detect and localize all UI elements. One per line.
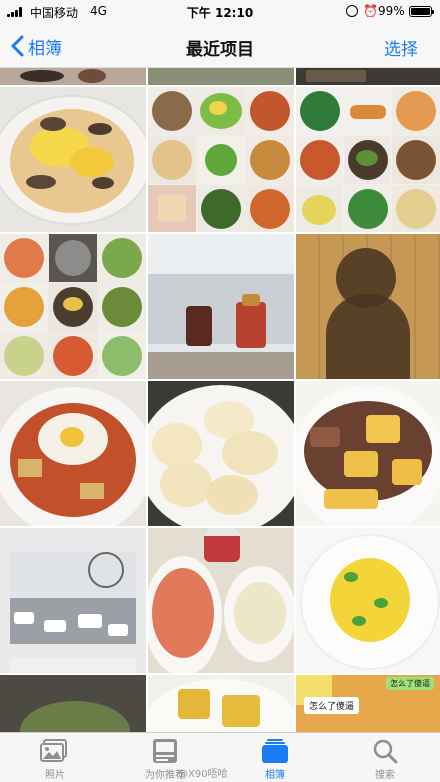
- battery-percent: 99%: [378, 4, 405, 18]
- photo-thumbnail[interactable]: [148, 68, 294, 85]
- photos-icon: [40, 739, 67, 762]
- battery-icon: [409, 6, 434, 17]
- photo-thumbnail[interactable]: [0, 68, 146, 85]
- tab-label: 相簿: [265, 770, 285, 781]
- photo-thumbnail[interactable]: [0, 87, 146, 232]
- photo-thumbnail[interactable]: [296, 68, 440, 85]
- rotation-lock-icon: [346, 5, 358, 17]
- tab-photos[interactable]: 照片: [0, 733, 110, 782]
- alarm-icon: ⏰: [363, 4, 378, 18]
- chat-screenshot-thumbnail[interactable]: 怎么了傻逼 怎么了傻逼: [296, 675, 440, 732]
- for-you-icon: [153, 739, 177, 763]
- select-button[interactable]: 选择: [384, 35, 418, 60]
- tab-label: 搜索: [375, 770, 395, 781]
- photo-collage[interactable]: [0, 234, 146, 379]
- status-bar: 中国移动 4G 下午 12:10 ⏰ 99%: [0, 0, 440, 24]
- photo-thumbnail[interactable]: [148, 234, 294, 379]
- meme-corner-text: 怎么了傻逼: [386, 677, 434, 690]
- photo-thumbnail[interactable]: [148, 528, 294, 673]
- tab-search[interactable]: 搜索: [330, 733, 440, 782]
- battery-fill: [411, 8, 430, 15]
- search-icon: [373, 739, 398, 764]
- watermark: @X90唔哈: [178, 769, 228, 780]
- photo-thumbnail[interactable]: [296, 234, 440, 379]
- tab-albums[interactable]: 相簿: [220, 733, 330, 782]
- page-title: 最近项目: [186, 40, 254, 60]
- photo-grid: 怎么了傻逼 怎么了傻逼: [0, 68, 440, 732]
- meme-caption: 怎么了傻逼: [304, 697, 360, 714]
- photo-collage[interactable]: [148, 87, 294, 232]
- photo-thumbnail[interactable]: [148, 381, 294, 526]
- photo-thumbnail[interactable]: [0, 381, 146, 526]
- photo-thumbnail[interactable]: [148, 675, 294, 732]
- photo-thumbnail[interactable]: [0, 528, 146, 673]
- navigation-bar: 相簿 最近项目 选择: [0, 24, 440, 68]
- photos-app-screen: 中国移动 4G 下午 12:10 ⏰ 99% 相簿 最近项目 选择 怎么了傻逼 …: [0, 0, 440, 782]
- photo-collage[interactable]: [296, 87, 440, 232]
- tab-label: 照片: [45, 770, 65, 781]
- albums-icon: [262, 739, 288, 763]
- photo-thumbnail[interactable]: [296, 528, 440, 673]
- photo-thumbnail[interactable]: [0, 675, 146, 732]
- photo-thumbnail[interactable]: [296, 381, 440, 526]
